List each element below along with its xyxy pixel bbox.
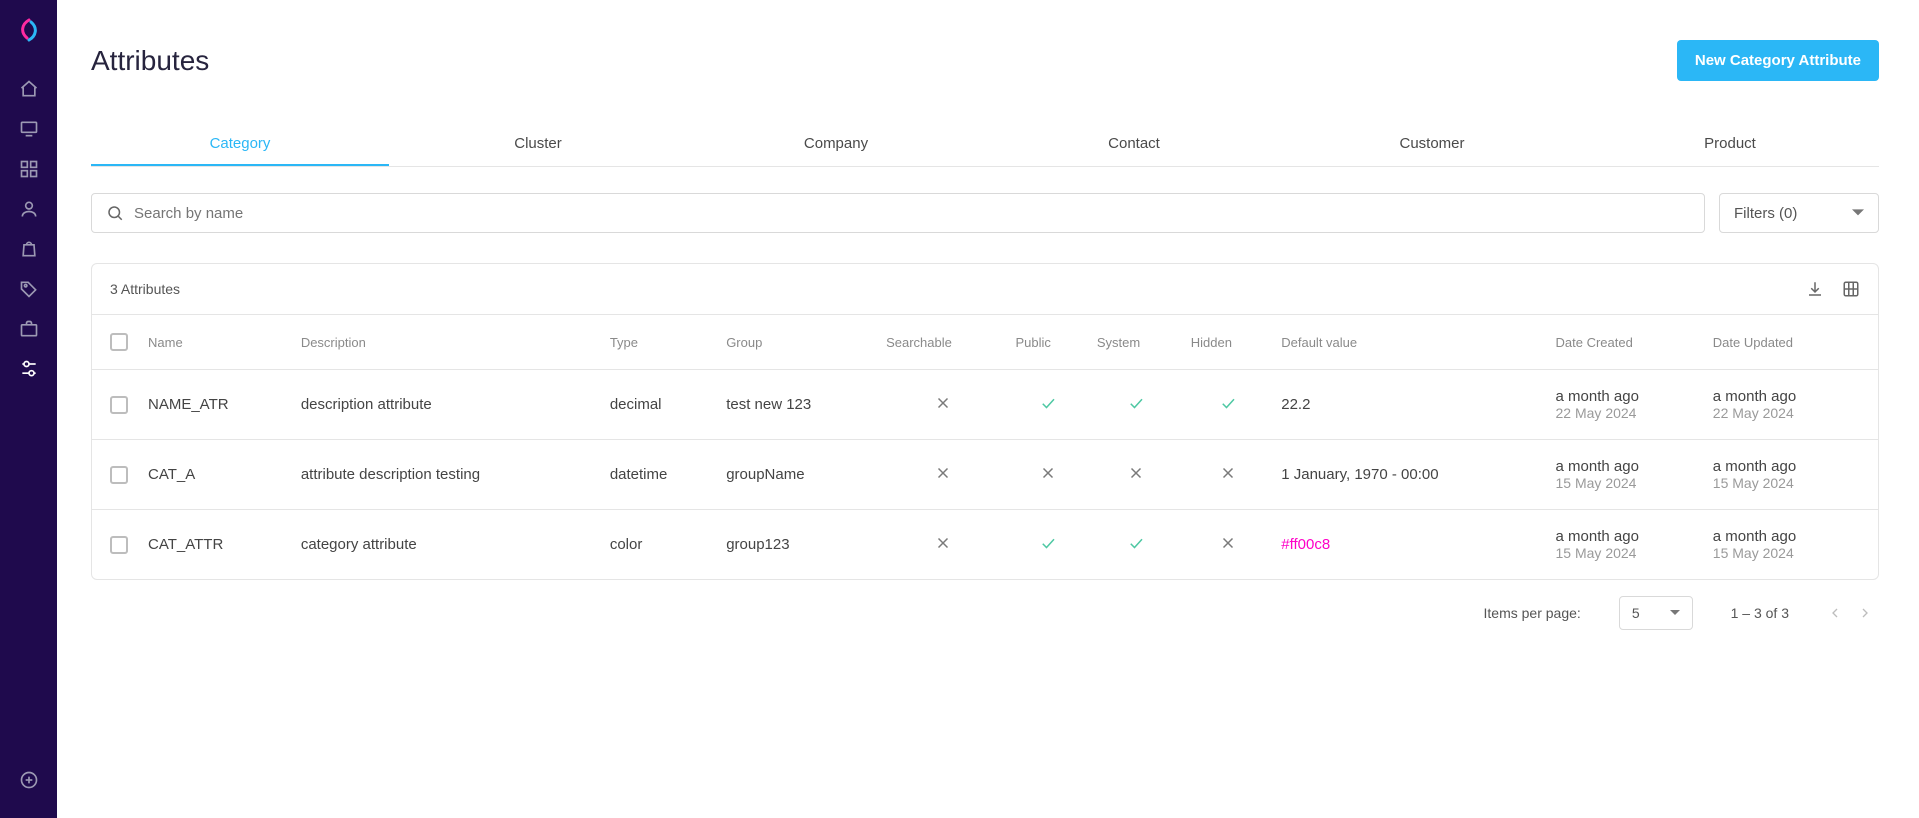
search-box[interactable] — [91, 193, 1705, 233]
col-public[interactable]: Public — [1007, 315, 1088, 370]
logo-icon — [17, 18, 41, 45]
cell-created: a month ago15 May 2024 — [1548, 510, 1705, 580]
cell-name: CAT_ATTR — [140, 510, 293, 580]
tabs: CategoryClusterCompanyContactCustomerPro… — [91, 123, 1879, 167]
chevron-down-icon — [1852, 207, 1864, 219]
attributes-table-card: 3 Attributes NameDescriptionTypeGroupSea… — [91, 263, 1879, 580]
row-checkbox[interactable] — [110, 396, 128, 414]
cell-default: 22.2 — [1273, 370, 1547, 440]
table-row[interactable]: CAT_Aattribute description testingdateti… — [92, 440, 1878, 510]
cell-name: NAME_ATR — [140, 370, 293, 440]
cell-searchable — [934, 539, 952, 556]
cell-name: CAT_A — [140, 440, 293, 510]
tab-customer[interactable]: Customer — [1283, 123, 1581, 166]
cell-group: test new 123 — [718, 370, 878, 440]
cell-system — [1127, 399, 1145, 416]
filters-label: Filters (0) — [1734, 205, 1797, 222]
cell-default: #ff00c8 — [1273, 510, 1547, 580]
items-per-page-label: Items per page: — [1484, 605, 1581, 621]
monitor-icon[interactable] — [9, 109, 49, 149]
page-title: Attributes — [91, 45, 209, 77]
cell-public — [1039, 399, 1057, 416]
pagination-range: 1 – 3 of 3 — [1731, 605, 1789, 621]
attributes-table: NameDescriptionTypeGroupSearchablePublic… — [92, 314, 1878, 579]
cell-created: a month ago15 May 2024 — [1548, 440, 1705, 510]
cell-type: decimal — [602, 370, 718, 440]
search-icon — [106, 204, 124, 222]
cell-searchable — [934, 469, 952, 486]
filters-dropdown[interactable]: Filters (0) — [1719, 193, 1879, 233]
col-type[interactable]: Type — [602, 315, 718, 370]
download-icon[interactable] — [1806, 280, 1824, 298]
col-hidden[interactable]: Hidden — [1183, 315, 1274, 370]
briefcase-icon[interactable] — [9, 309, 49, 349]
cell-updated: a month ago15 May 2024 — [1705, 440, 1878, 510]
add-icon[interactable] — [9, 760, 49, 800]
grid-icon[interactable] — [9, 149, 49, 189]
main-content: Attributes New Category Attribute Catego… — [57, 0, 1919, 818]
col-date-created[interactable]: Date Created — [1548, 315, 1705, 370]
items-per-page-value: 5 — [1632, 605, 1640, 621]
cell-type: datetime — [602, 440, 718, 510]
col-date-updated[interactable]: Date Updated — [1705, 315, 1878, 370]
cell-type: color — [602, 510, 718, 580]
cell-system — [1127, 539, 1145, 556]
tab-cluster[interactable]: Cluster — [389, 123, 687, 166]
cell-created: a month ago22 May 2024 — [1548, 370, 1705, 440]
row-checkbox[interactable] — [110, 536, 128, 554]
cell-group: group123 — [718, 510, 878, 580]
columns-icon[interactable] — [1842, 280, 1860, 298]
new-attribute-button[interactable]: New Category Attribute — [1677, 40, 1879, 81]
table-row[interactable]: CAT_ATTRcategory attributecolorgroup123 #… — [92, 510, 1878, 580]
cell-group: groupName — [718, 440, 878, 510]
col-name[interactable]: Name — [140, 315, 293, 370]
user-icon[interactable] — [9, 189, 49, 229]
chevron-down-icon — [1670, 608, 1680, 618]
cell-hidden — [1219, 539, 1237, 556]
cell-description: category attribute — [293, 510, 602, 580]
table-row[interactable]: NAME_ATRdescription attributedecimaltest… — [92, 370, 1878, 440]
cell-description: description attribute — [293, 370, 602, 440]
table-count-label: 3 Attributes — [110, 281, 180, 297]
next-page-icon[interactable] — [1857, 605, 1873, 621]
tab-company[interactable]: Company — [687, 123, 985, 166]
items-per-page-select[interactable]: 5 — [1619, 596, 1693, 630]
sidebar — [0, 0, 57, 818]
tag-icon[interactable] — [9, 269, 49, 309]
pagination: Items per page: 5 1 – 3 of 3 — [91, 580, 1879, 658]
search-input[interactable] — [134, 205, 1690, 222]
tab-category[interactable]: Category — [91, 123, 389, 166]
cell-hidden — [1219, 469, 1237, 486]
col-description[interactable]: Description — [293, 315, 602, 370]
home-icon[interactable] — [9, 69, 49, 109]
cell-searchable — [934, 399, 952, 416]
cell-system — [1127, 469, 1145, 486]
col-searchable[interactable]: Searchable — [878, 315, 1007, 370]
cell-default: 1 January, 1970 - 00:00 — [1273, 440, 1547, 510]
cell-hidden — [1219, 399, 1237, 416]
cell-public — [1039, 539, 1057, 556]
tab-product[interactable]: Product — [1581, 123, 1879, 166]
row-checkbox[interactable] — [110, 466, 128, 484]
col-group[interactable]: Group — [718, 315, 878, 370]
cell-updated: a month ago22 May 2024 — [1705, 370, 1878, 440]
cell-description: attribute description testing — [293, 440, 602, 510]
tab-contact[interactable]: Contact — [985, 123, 1283, 166]
col-default-value[interactable]: Default value — [1273, 315, 1547, 370]
cell-public — [1039, 469, 1057, 486]
select-all-checkbox[interactable] — [110, 333, 128, 351]
bag-icon[interactable] — [9, 229, 49, 269]
prev-page-icon[interactable] — [1827, 605, 1843, 621]
settings-icon[interactable] — [9, 349, 49, 389]
cell-updated: a month ago15 May 2024 — [1705, 510, 1878, 580]
col-system[interactable]: System — [1089, 315, 1183, 370]
